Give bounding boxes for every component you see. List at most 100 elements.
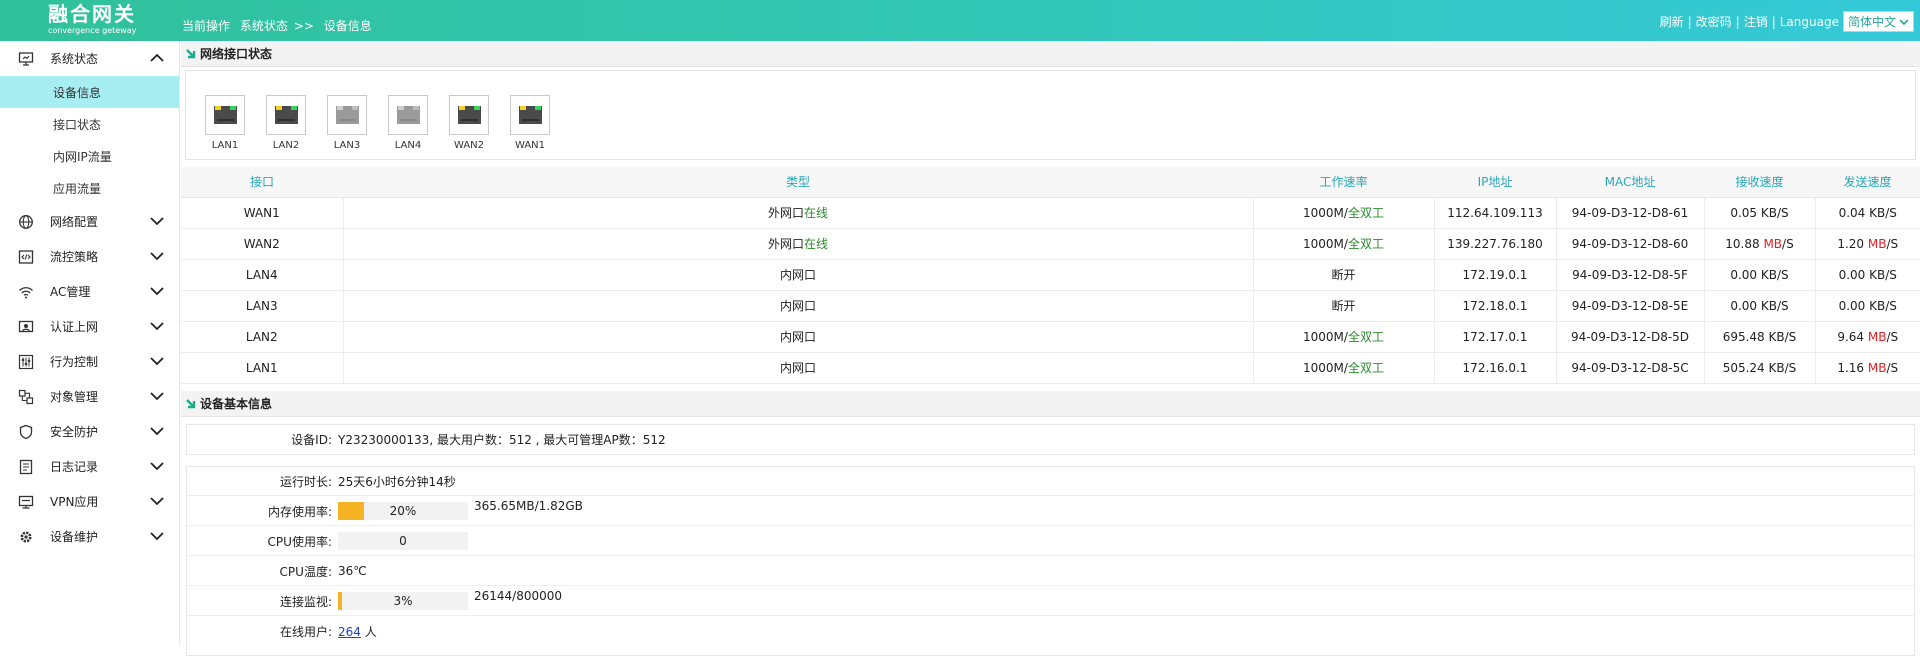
cell-interface: LAN3 bbox=[181, 290, 344, 322]
sidebar-item-app-traffic[interactable]: 应用流量 bbox=[0, 172, 179, 204]
device-stats-box: 运行时长: 25天6小时6分钟14秒 内存使用率: 20% 365.65MB/1… bbox=[186, 466, 1915, 656]
refresh-link[interactable]: 刷新 bbox=[1660, 13, 1684, 30]
monitor-icon bbox=[18, 51, 34, 67]
cpu-label: CPU使用率: bbox=[267, 534, 332, 549]
ethernet-port-icon bbox=[510, 95, 550, 135]
chevron-down-icon bbox=[150, 217, 164, 226]
port-lan2[interactable]: LAN2 bbox=[266, 95, 306, 151]
sidebar-group-label: 安全防护 bbox=[50, 425, 99, 439]
online-users-link[interactable]: 264 bbox=[338, 625, 361, 639]
tx-number: 0.04 bbox=[1838, 205, 1870, 220]
rx-tail: /S bbox=[1784, 329, 1797, 344]
rj45-icon bbox=[397, 106, 420, 124]
cell-tx: 0.04 KB/S bbox=[1815, 197, 1920, 229]
language-select[interactable]: 简体中文 bbox=[1842, 11, 1914, 32]
online-users-label: 在线用户: bbox=[279, 625, 332, 639]
rj45-icon bbox=[275, 106, 298, 124]
breadcrumb-separator: >> bbox=[293, 19, 314, 33]
sidebar-group-auth-access[interactable]: 认证上网 bbox=[0, 309, 179, 344]
sidebar-group-flow-control[interactable]: 流控策略 bbox=[0, 239, 179, 274]
cell-rate: 1000M/全双工 bbox=[1253, 197, 1435, 229]
port-label: WAN1 bbox=[514, 140, 546, 151]
tx-unit: KB bbox=[1869, 205, 1886, 220]
sidebar-group-security[interactable]: 安全防护 bbox=[0, 414, 179, 449]
cell-rate: 断开 bbox=[1253, 259, 1435, 291]
sidebar-item-device-info[interactable]: 设备信息 bbox=[0, 76, 179, 108]
tx-unit: KB bbox=[1869, 298, 1886, 313]
ethernet-port-icon bbox=[449, 95, 489, 135]
sidebar-group-object-management[interactable]: 对象管理 bbox=[0, 379, 179, 414]
rate-label: 断开 bbox=[1331, 299, 1356, 313]
port-label: LAN1 bbox=[211, 140, 239, 151]
type-label: 内网口 bbox=[779, 268, 816, 282]
cell-mac: 94-09-D3-12-D8-61 bbox=[1556, 197, 1705, 229]
memory-row: 内存使用率: 20% 365.65MB/1.82GB bbox=[187, 497, 1914, 526]
port-lan3[interactable]: LAN3 bbox=[327, 95, 367, 151]
sidebar-group-ac-management[interactable]: AC管理 bbox=[0, 274, 179, 309]
breadcrumb: 当前操作 系统状态 >> 设备信息 bbox=[182, 17, 378, 34]
sidebar-group-label: 行为控制 bbox=[50, 355, 99, 369]
chevron-down-icon bbox=[150, 357, 164, 366]
port-label: LAN4 bbox=[394, 140, 422, 151]
tx-number: 9.64 bbox=[1837, 329, 1868, 344]
rj45-icon bbox=[336, 106, 359, 124]
cell-type: 内网口 bbox=[343, 321, 1254, 353]
cell-rate: 1000M/全双工 bbox=[1253, 228, 1435, 260]
cell-mac: 94-09-D3-12-D8-5F bbox=[1556, 259, 1705, 291]
table-row: LAN4 内网口 断开 172.19.0.1 94-09-D3-12-D8-5F 0.00… bbox=[181, 259, 1920, 291]
sidebar-group-vpn[interactable]: VPN应用 bbox=[0, 484, 179, 519]
cell-rx: 0.00 KB/S bbox=[1704, 259, 1816, 291]
breadcrumb-device-info: 设备信息 bbox=[323, 19, 372, 33]
cpu-usage-text: 0 bbox=[399, 534, 407, 548]
change-password-link[interactable]: 改密码 bbox=[1696, 13, 1732, 30]
cell-rx: 0.05 KB/S bbox=[1704, 197, 1816, 229]
memory-value: 20% 365.65MB/1.82GB bbox=[334, 499, 583, 520]
cell-rx: 0.00 KB/S bbox=[1704, 290, 1816, 322]
objects-icon bbox=[18, 389, 34, 405]
cell-ip: 172.16.0.1 bbox=[1434, 352, 1557, 384]
cell-mac: 94-09-D3-12-D8-5E bbox=[1556, 290, 1705, 322]
sidebar-group-behavior-control[interactable]: 行为控制 bbox=[0, 344, 179, 379]
port-lan1[interactable]: LAN1 bbox=[205, 95, 245, 151]
logo-title: 融合网关 bbox=[48, 2, 136, 26]
device-id-row: 设备ID: Y23230000133, 最大用户数：512 , 最大可管理AP数… bbox=[187, 425, 1914, 454]
ethernet-port-icon bbox=[205, 95, 245, 135]
port-lan4[interactable]: LAN4 bbox=[388, 95, 428, 151]
device-info-title: 设备基本信息 bbox=[200, 397, 273, 411]
sidebar-group-system-status[interactable]: 系统状态 bbox=[0, 41, 179, 76]
online-users-value: 264 人 bbox=[334, 623, 377, 640]
cell-mac: 94-09-D3-12-D8-5D bbox=[1556, 321, 1705, 353]
col-interface: 接口 bbox=[181, 167, 343, 198]
cell-mac: 94-09-D3-12-D8-5C bbox=[1556, 352, 1705, 384]
rx-number: 505.24 bbox=[1722, 360, 1769, 375]
cell-type: 外网口在线 bbox=[343, 228, 1254, 260]
rate-label: 1000M/ bbox=[1303, 206, 1348, 220]
cpu-usage-bar: 0 bbox=[338, 532, 468, 550]
port-wan2[interactable]: WAN2 bbox=[449, 95, 489, 151]
sidebar-group-maintenance[interactable]: 设备维护 bbox=[0, 519, 179, 554]
chevron-down-icon bbox=[150, 287, 164, 296]
rx-unit: KB bbox=[1760, 205, 1777, 220]
sliders-icon bbox=[18, 354, 34, 370]
breadcrumb-system-status[interactable]: 系统状态 bbox=[240, 19, 288, 33]
section-arrow-icon bbox=[186, 48, 196, 58]
log-icon bbox=[18, 459, 34, 475]
sidebar-item-interface-status[interactable]: 接口状态 bbox=[0, 108, 179, 140]
port-wan1[interactable]: WAN1 bbox=[510, 95, 550, 151]
cell-rate: 1000M/全双工 bbox=[1253, 321, 1435, 353]
online-users-row: 在线用户: 264 人 bbox=[187, 617, 1914, 646]
connection-usage-text: 3% bbox=[393, 594, 413, 608]
rx-unit: KB bbox=[1760, 267, 1777, 282]
tx-unit: MB bbox=[1867, 360, 1887, 375]
sidebar-group-label: 网络配置 bbox=[50, 215, 99, 229]
table-row: WAN2 外网口在线 1000M/全双工 139.227.76.180 94-09-D3… bbox=[181, 228, 1920, 260]
section-arrow-icon bbox=[186, 398, 196, 408]
sidebar-group-logs[interactable]: 日志记录 bbox=[0, 449, 179, 484]
code-window-icon bbox=[18, 249, 34, 265]
logout-link[interactable]: 注销 bbox=[1744, 13, 1768, 30]
duplex-label: 全双工 bbox=[1347, 206, 1384, 220]
sidebar-item-lan-ip-traffic[interactable]: 内网IP流量 bbox=[0, 140, 179, 172]
rx-unit: KB bbox=[1768, 360, 1785, 375]
cell-rate: 断开 bbox=[1253, 290, 1435, 322]
sidebar-group-network-config[interactable]: 网络配置 bbox=[0, 204, 179, 239]
